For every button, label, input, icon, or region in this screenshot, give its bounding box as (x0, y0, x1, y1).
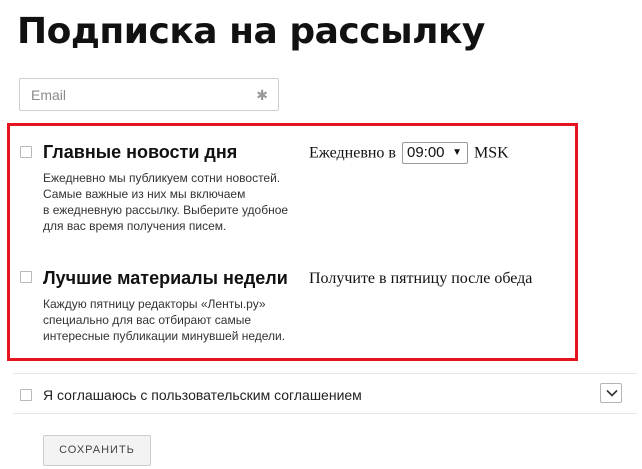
required-asterisk-icon: ✱ (256, 87, 268, 103)
weekly-best-schedule: Получите в пятницу после обеда (309, 270, 533, 287)
timezone-label: MSK (473, 144, 509, 162)
delivery-time-value: 09:00 (406, 144, 445, 161)
weekly-best-description: Каждую пятницу редакторы «Ленты.ру» спец… (43, 297, 286, 343)
daily-news-description: Ежедневно мы публикуем сотни новостей. С… (43, 171, 289, 233)
divider-top (13, 373, 637, 374)
daily-news-schedule: Ежедневно в 09:00 ▼ MSK (309, 142, 509, 165)
agreement-label[interactable]: Я соглашаюсь с пользовательским соглашен… (43, 386, 362, 404)
email-input[interactable] (20, 79, 278, 110)
expand-agreement-button[interactable] (600, 383, 622, 403)
email-field-wrapper: ✱ (19, 78, 279, 111)
dropdown-arrow-icon: ▼ (452, 147, 462, 158)
agreement-checkbox[interactable] (20, 389, 32, 401)
subscription-page: Подписка на рассылку ✱ Главные новости д… (0, 0, 642, 469)
chevron-down-icon (606, 389, 618, 397)
page-title: Подписка на рассылку (17, 11, 485, 52)
delivery-time-select[interactable]: 09:00 ▼ (401, 142, 468, 164)
save-button[interactable]: СОХРАНИТЬ (43, 435, 151, 466)
weekly-best-title: Лучшие материалы недели (43, 268, 288, 288)
weekly-best-checkbox[interactable] (20, 271, 32, 283)
divider-bottom (13, 413, 637, 414)
daily-news-checkbox[interactable] (20, 146, 32, 158)
schedule-prefix: Ежедневно в (309, 144, 396, 162)
daily-news-title: Главные новости дня (43, 142, 238, 162)
